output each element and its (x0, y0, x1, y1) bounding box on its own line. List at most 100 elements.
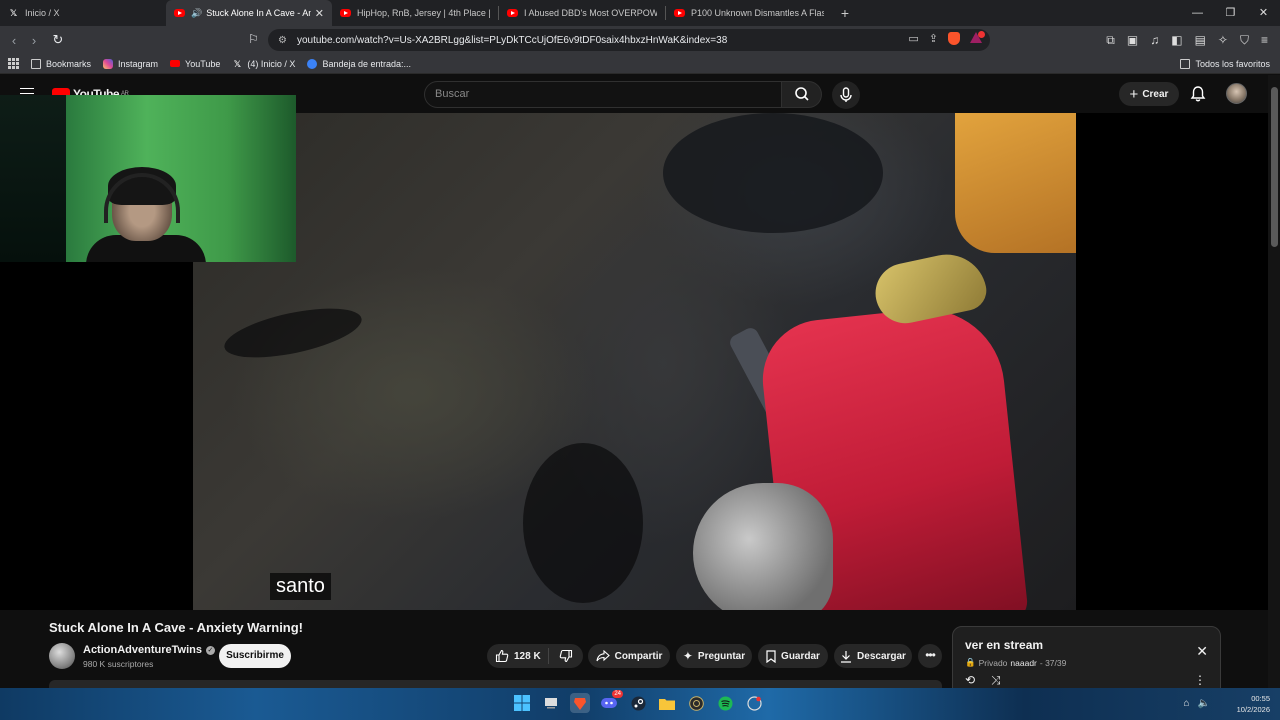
speaker-icon[interactable]: 🔊 (191, 8, 202, 19)
app-icon[interactable] (744, 693, 764, 713)
youtube-icon (507, 9, 518, 17)
extensions-icon[interactable]: ⧉ (1106, 33, 1115, 48)
site-info-icon[interactable]: ⚙ (278, 35, 287, 46)
subscribe-button[interactable]: Suscribirme (219, 644, 291, 668)
playlist-owner[interactable]: naaadr (1010, 658, 1036, 668)
playlist-title[interactable]: ver en stream (965, 638, 1043, 652)
video-frame (193, 113, 1076, 610)
channel-name[interactable]: ActionAdventureTwins ✓ (83, 644, 215, 656)
bookmark-label: Bandeja de entrada:... (322, 58, 412, 69)
more-actions-button[interactable]: ••• (918, 644, 942, 668)
youtube-icon (674, 9, 685, 17)
account-avatar[interactable] (1226, 83, 1247, 104)
tab-stuck-alone-in-a-cave[interactable]: 🔊 Stuck Alone In A Cave - Anxie ✕ (166, 0, 332, 26)
search-input[interactable]: Buscar (424, 81, 782, 108)
thumbs-down-icon (559, 649, 573, 663)
webcam-overlay (0, 95, 296, 262)
new-tab-button[interactable]: + (832, 5, 858, 21)
restore-icon[interactable]: ❐ (1214, 0, 1247, 26)
network-icon[interactable]: ⌂ (1184, 698, 1190, 709)
loop-icon[interactable]: ⟲ (965, 673, 975, 687)
windows-start-icon[interactable] (512, 693, 532, 713)
taskbar-clock[interactable]: 00:55 10/2/2026 (1237, 693, 1270, 715)
download-button[interactable]: Descargar (834, 644, 912, 668)
bookmark-label: Instagram (118, 58, 159, 69)
brave-shields-icon[interactable] (948, 32, 960, 45)
save-button[interactable]: Guardar (758, 644, 828, 668)
description-box[interactable] (49, 680, 942, 688)
close-window-icon[interactable]: ✕ (1247, 0, 1280, 26)
system-tray: ⌂ 🔈 (1184, 698, 1211, 709)
brave-rewards-icon[interactable] (970, 31, 985, 43)
clock-date: 10/2/2026 (1236, 705, 1270, 714)
like-dislike-group: 128 K (487, 644, 583, 668)
menu-icon[interactable]: ≡ (1261, 33, 1268, 48)
share-button[interactable]: Compartir (588, 644, 670, 668)
playlist-more-icon[interactable]: ⋮ (1194, 673, 1206, 687)
channel-name-text: ActionAdventureTwins (83, 644, 202, 656)
screenshot-icon[interactable]: ▣ (1127, 33, 1138, 48)
tab-title: Stuck Alone In A Cave - Anxie (206, 8, 311, 18)
playlist-panel: ver en stream 🔒 Privado naaadr - 37/39 ✕… (952, 626, 1221, 690)
create-button[interactable]: + Crear (1119, 82, 1179, 106)
x-icon: 𝕏 (233, 58, 242, 69)
bookmark-youtube[interactable]: YouTube (170, 59, 220, 69)
bookmark-page-icon[interactable]: ⚐ (248, 32, 259, 46)
tab-hiphop-rnb[interactable]: HipHop, RnB, Jersey | 4th Place | Rih (332, 0, 498, 26)
bookmark-label: (4) Inicio / X (247, 58, 296, 69)
download-icon (841, 650, 852, 663)
bookmark-bookmarks[interactable]: Bookmarks (31, 58, 91, 69)
spotify-icon[interactable] (715, 693, 735, 713)
instagram-icon (103, 58, 114, 69)
sidebar-icon[interactable]: ◧ (1171, 33, 1182, 48)
tab-dbd[interactable]: I Abused DBD's Most OVERPOWERE (499, 0, 665, 26)
bookmark-inicio-x[interactable]: 𝕏 (4) Inicio / X (232, 58, 296, 69)
vpn-icon[interactable]: ⛉ (1240, 33, 1249, 48)
brave-browser-icon[interactable] (570, 693, 590, 713)
file-explorer-icon[interactable] (657, 693, 677, 713)
ask-button[interactable]: ✦ Preguntar (676, 644, 752, 668)
video-boot (693, 483, 833, 610)
scrollbar-thumb[interactable] (1271, 87, 1278, 247)
all-bookmarks[interactable]: Todos los favoritos (1180, 58, 1270, 69)
media-icon[interactable]: ♫ (1150, 33, 1159, 48)
voice-search-button[interactable] (832, 81, 860, 109)
page-scrollbar[interactable] (1268, 75, 1280, 688)
wallet-icon[interactable]: ▤ (1195, 33, 1206, 48)
bookmark-instagram[interactable]: Instagram (103, 58, 159, 69)
forward-icon[interactable]: › (24, 33, 44, 48)
discord-icon[interactable]: 24 (599, 690, 623, 713)
shuffle-icon[interactable]: ⤨ (991, 673, 1001, 688)
close-playlist-icon[interactable]: ✕ (1196, 643, 1208, 660)
webcam-background (0, 95, 66, 262)
search-placeholder: Buscar (435, 88, 470, 100)
browser-toolbar: ‹ › ↻ ⚐ ⚙ youtube.com/watch?v=Us-XA2BRLg… (0, 26, 1280, 54)
volume-icon[interactable]: 🔈 (1198, 698, 1210, 709)
search-button[interactable] (782, 81, 822, 108)
playlist-privacy: Privado (978, 657, 1008, 668)
reload-icon[interactable]: ↻ (48, 32, 68, 48)
cast-icon[interactable]: ▭ (908, 32, 918, 45)
folder-icon (1180, 58, 1191, 69)
like-button[interactable]: 128 K (487, 648, 549, 664)
task-view-icon[interactable] (541, 693, 561, 713)
youtube-icon (170, 60, 181, 67)
apps-icon[interactable] (8, 58, 19, 69)
channel-avatar[interactable] (49, 643, 75, 669)
tab-inicio-x[interactable]: 𝕏 Inicio / X (0, 0, 166, 26)
video-shadow (220, 298, 366, 368)
bookmarks-bar: Bookmarks Instagram YouTube 𝕏 (4) Inicio… (0, 54, 1280, 74)
close-tab-icon[interactable]: ✕ (315, 7, 324, 20)
microphone-icon (840, 87, 852, 102)
tab-p100[interactable]: P100 Unknown Dismantles A Flashlig (666, 0, 832, 26)
osu-icon[interactable] (686, 693, 706, 713)
share-icon[interactable]: ⇪ (929, 32, 938, 45)
address-bar[interactable]: ⚙ youtube.com/watch?v=Us-XA2BRLgg&list=P… (268, 29, 990, 51)
back-icon[interactable]: ‹ (4, 33, 24, 48)
dislike-button[interactable] (549, 649, 583, 663)
leo-ai-icon[interactable]: ✧ (1218, 33, 1228, 48)
bookmark-bandeja[interactable]: Bandeja de entrada:... (307, 58, 412, 69)
minimize-icon[interactable]: — (1181, 0, 1214, 26)
steam-icon[interactable] (628, 693, 648, 713)
notifications-bell-icon[interactable] (1189, 85, 1207, 103)
